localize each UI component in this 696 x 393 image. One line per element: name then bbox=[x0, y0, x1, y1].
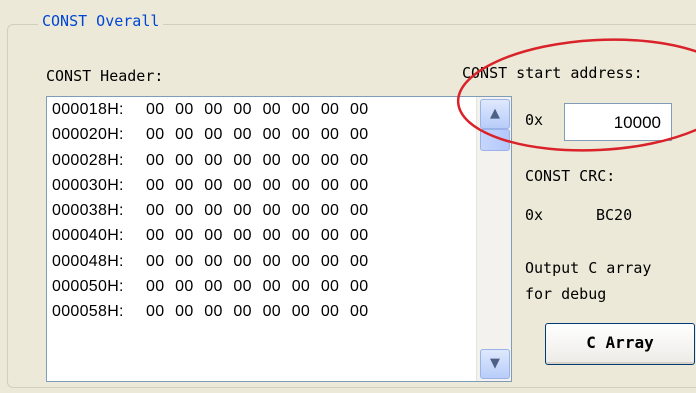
start-address-input[interactable]: 10000 bbox=[564, 103, 672, 141]
hex-row[interactable]: 000018H: 00 00 00 00 00 00 00 00 bbox=[47, 97, 475, 122]
hex-row-address: 000038H: bbox=[52, 202, 124, 220]
output-note-line1: Output C array bbox=[525, 259, 652, 277]
hex-row-address: 000048H: bbox=[52, 252, 124, 270]
hex-row[interactable]: 000040H: 00 00 00 00 00 00 00 00 bbox=[47, 223, 475, 248]
vertical-scrollbar[interactable]: ▲ ▼ bbox=[476, 97, 511, 381]
const-header-listbox[interactable]: 000018H: 00 00 00 00 00 00 00 00 000020H: 0… bbox=[46, 96, 512, 382]
const-header-label: CONST Header: bbox=[46, 67, 164, 85]
hex-row-bytes: 00 00 00 00 00 00 00 00 bbox=[146, 202, 369, 220]
hex-row-bytes: 00 00 00 00 00 00 00 00 bbox=[146, 176, 369, 194]
hex-row-address: 000018H: bbox=[52, 101, 124, 118]
crc-prefix: 0x bbox=[525, 206, 544, 224]
scroll-up-arrow-icon[interactable]: ▲ bbox=[480, 99, 510, 129]
hex-row[interactable]: 000020H: 00 00 00 00 00 00 00 00 bbox=[47, 122, 475, 147]
hex-row-bytes: 00 00 00 00 00 00 00 00 bbox=[146, 151, 369, 169]
hex-row-bytes: 00 00 00 00 00 00 00 00 bbox=[146, 252, 369, 270]
hex-row[interactable]: 000058H: 00 00 00 00 00 00 00 00 bbox=[47, 299, 475, 324]
c-array-button[interactable]: C Array bbox=[545, 323, 695, 365]
groupbox-title: CONST Overall bbox=[38, 12, 164, 30]
hex-row[interactable]: 000030H: 00 00 00 00 00 00 00 00 bbox=[47, 173, 475, 198]
hex-row[interactable]: 000048H: 00 00 00 00 00 00 00 00 bbox=[47, 249, 475, 274]
hex-row-address: 000040H: bbox=[52, 227, 124, 245]
hex-row-bytes: 00 00 00 00 00 00 00 00 bbox=[146, 126, 369, 144]
hex-row-address: 000020H: bbox=[52, 126, 124, 144]
crc-value: BC20 bbox=[596, 206, 633, 224]
hex-row-address: 000030H: bbox=[52, 176, 124, 194]
hex-row-address: 000028H: bbox=[52, 151, 124, 169]
scroll-thumb[interactable] bbox=[480, 129, 510, 151]
start-address-label: CONST start address: bbox=[462, 64, 643, 82]
hex-row-bytes: 00 00 00 00 00 00 00 00 bbox=[146, 101, 369, 118]
start-address-prefix: 0x bbox=[525, 111, 544, 129]
hex-row[interactable]: 000050H: 00 00 00 00 00 00 00 00 bbox=[47, 274, 475, 299]
crc-label: CONST CRC: bbox=[525, 167, 616, 185]
scroll-down-arrow-icon[interactable]: ▼ bbox=[480, 349, 510, 379]
hex-row[interactable]: 000028H: 00 00 00 00 00 00 00 00 bbox=[47, 148, 475, 173]
hex-row-bytes: 00 00 00 00 00 00 00 00 bbox=[146, 303, 369, 321]
hex-row-bytes: 00 00 00 00 00 00 00 00 bbox=[146, 278, 369, 296]
const-panel: CONST Overall CONST Header: 000018H: 00 0… bbox=[0, 0, 696, 393]
hex-rows-container: 000018H: 00 00 00 00 00 00 00 00 000020H: 0… bbox=[47, 97, 475, 381]
hex-row-address: 000058H: bbox=[52, 303, 124, 321]
output-note-line2: for debug bbox=[525, 285, 607, 303]
hex-row-bytes: 00 00 00 00 00 00 00 00 bbox=[146, 227, 369, 245]
hex-row-address: 000050H: bbox=[52, 278, 124, 296]
hex-row[interactable]: 000038H: 00 00 00 00 00 00 00 00 bbox=[47, 198, 475, 223]
